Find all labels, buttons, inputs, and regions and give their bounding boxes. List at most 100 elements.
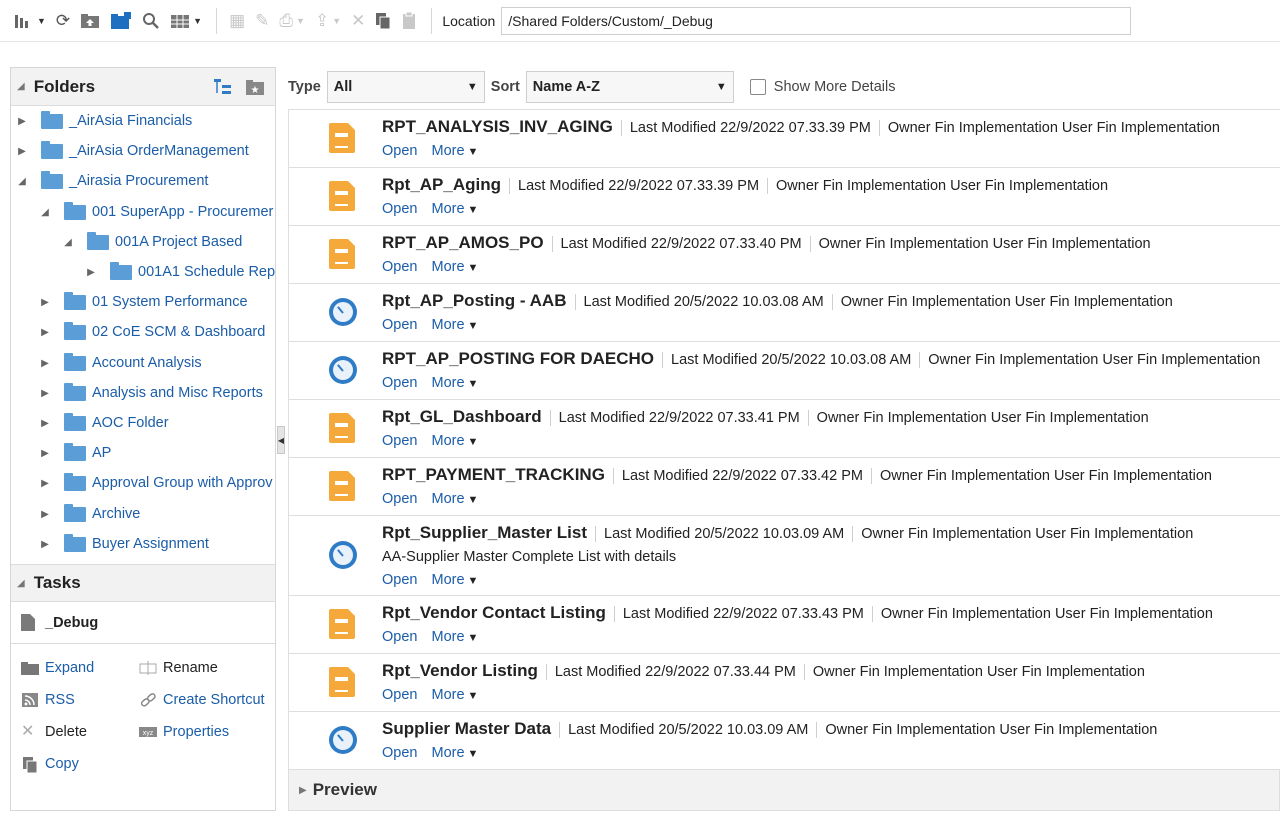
- preview-panel-header[interactable]: ▶ Preview: [288, 769, 1280, 811]
- paste-icon[interactable]: [401, 8, 417, 34]
- list-item[interactable]: RPT_ANALYSIS_INV_AGING Last Modified 22/9…: [289, 110, 1280, 168]
- tree-item[interactable]: ▶ 02 CoE SCM & Dashboard: [40, 317, 265, 347]
- tree-item[interactable]: ▶ 01 System Performance: [40, 287, 248, 317]
- list-item[interactable]: Rpt_AP_Posting - AAB Last Modified 20/5/2…: [289, 284, 1280, 342]
- open-link[interactable]: Open: [382, 687, 417, 703]
- open-link[interactable]: Open: [382, 745, 417, 761]
- edit-icon[interactable]: ✎: [255, 8, 269, 34]
- open-link[interactable]: Open: [382, 433, 417, 449]
- collapse-arrow-icon[interactable]: ◢: [17, 176, 27, 187]
- collapse-icon[interactable]: ◢: [17, 578, 25, 589]
- more-link[interactable]: More ▼: [431, 375, 478, 391]
- item-name[interactable]: Rpt_Vendor Listing: [382, 661, 538, 681]
- copy-task[interactable]: Copy: [21, 756, 79, 774]
- more-link[interactable]: More ▼: [431, 629, 478, 645]
- expand-arrow-icon[interactable]: ▶: [86, 267, 96, 278]
- item-name[interactable]: Rpt_GL_Dashboard: [382, 407, 542, 427]
- expand-arrow-icon[interactable]: ▶: [40, 539, 50, 550]
- list-item[interactable]: RPT_AP_AMOS_PO Last Modified 22/9/2022 07…: [289, 226, 1280, 284]
- tree-item[interactable]: ▶ 001A1 Schedule Rep: [86, 257, 275, 287]
- refresh-icon[interactable]: ⟳: [56, 8, 70, 34]
- new-folder-icon[interactable]: [110, 8, 132, 34]
- open-link[interactable]: Open: [382, 572, 417, 588]
- rename-task[interactable]: Rename: [139, 660, 218, 676]
- scan-icon[interactable]: ▦: [229, 8, 245, 34]
- tree-item[interactable]: ▶ _AirAsia OrderManagement: [17, 136, 249, 166]
- search-icon[interactable]: [142, 8, 160, 34]
- sort-select[interactable]: Name A-Z ▼: [525, 71, 734, 103]
- expand-arrow-icon[interactable]: ▶: [40, 327, 50, 338]
- tree-item[interactable]: ◢ _Airasia Procurement: [17, 166, 208, 196]
- tree-item[interactable]: ▶ AP: [40, 438, 111, 468]
- tree-item[interactable]: ▶ _AirAsia Financials: [17, 106, 192, 136]
- open-link[interactable]: Open: [382, 317, 417, 333]
- list-item[interactable]: RPT_AP_POSTING FOR DAECHO Last Modified 2…: [289, 342, 1280, 400]
- tree-item[interactable]: ▶ Buyer Assignment: [40, 529, 209, 559]
- open-link[interactable]: Open: [382, 375, 417, 391]
- share-icon[interactable]: ⇪ ▼: [315, 8, 341, 34]
- type-select[interactable]: All ▼: [326, 71, 485, 103]
- expand-arrow-icon[interactable]: ▶: [17, 146, 27, 157]
- tasks-header[interactable]: ◢ Tasks: [11, 564, 275, 602]
- expand-arrow-icon[interactable]: ▶: [40, 509, 50, 520]
- expand-task[interactable]: Expand: [21, 660, 94, 676]
- open-link[interactable]: Open: [382, 629, 417, 645]
- rss-task[interactable]: RSS: [21, 692, 75, 708]
- print-icon[interactable]: ⎙ ▼: [279, 8, 305, 34]
- collapse-icon[interactable]: ◢: [17, 81, 25, 92]
- more-link[interactable]: More ▼: [431, 143, 478, 159]
- item-name[interactable]: Supplier Master Data: [382, 719, 551, 739]
- expand-arrow-icon[interactable]: ▶: [299, 785, 307, 796]
- more-link[interactable]: More ▼: [431, 259, 478, 275]
- tree-item[interactable]: ◢ 001A Project Based: [63, 227, 242, 257]
- delete-icon[interactable]: ✕: [351, 8, 365, 34]
- more-link[interactable]: More ▼: [431, 491, 478, 507]
- open-link[interactable]: Open: [382, 201, 417, 217]
- view-options-icon[interactable]: ▼: [14, 8, 46, 34]
- item-name[interactable]: RPT_AP_AMOS_PO: [382, 233, 544, 253]
- list-item[interactable]: Rpt_GL_Dashboard Last Modified 22/9/2022 …: [289, 400, 1280, 458]
- tree-item[interactable]: ▶ Account Analysis: [40, 348, 202, 378]
- tree-item[interactable]: ▶ Archive: [40, 499, 140, 529]
- folders-header[interactable]: ◢ Folders ★: [11, 68, 275, 106]
- more-link[interactable]: More ▼: [431, 317, 478, 333]
- more-link[interactable]: More ▼: [431, 201, 478, 217]
- location-field[interactable]: [501, 6, 1132, 35]
- expand-arrow-icon[interactable]: ▶: [17, 116, 27, 127]
- tree-item[interactable]: ◢ 001 SuperApp - Procuremer: [40, 197, 273, 227]
- expand-arrow-icon[interactable]: ▶: [40, 388, 50, 399]
- tree-item[interactable]: ▶ Analysis and Misc Reports: [40, 378, 263, 408]
- tree-item[interactable]: ▶ Approval Group with Approv: [40, 468, 273, 498]
- list-item[interactable]: Rpt_Vendor Contact Listing Last Modified …: [289, 596, 1280, 654]
- item-name[interactable]: Rpt_AP_Posting - AAB: [382, 291, 567, 311]
- panel-splitter[interactable]: ◀: [277, 426, 285, 454]
- show-more-checkbox[interactable]: [749, 79, 766, 95]
- expand-arrow-icon[interactable]: ▶: [40, 418, 50, 429]
- item-name[interactable]: RPT_PAYMENT_TRACKING: [382, 465, 605, 485]
- list-item[interactable]: RPT_PAYMENT_TRACKING Last Modified 22/9/2…: [289, 458, 1280, 516]
- tree-expand-icon[interactable]: [213, 78, 233, 96]
- open-link[interactable]: Open: [382, 259, 417, 275]
- list-item[interactable]: Rpt_Vendor Listing Last Modified 22/9/202…: [289, 654, 1280, 712]
- more-link[interactable]: More ▼: [431, 433, 478, 449]
- item-name[interactable]: Rpt_AP_Aging: [382, 175, 501, 195]
- more-link[interactable]: More ▼: [431, 745, 478, 761]
- list-item[interactable]: Rpt_AP_Aging Last Modified 22/9/2022 07.3…: [289, 168, 1280, 226]
- collapse-arrow-icon[interactable]: ◢: [63, 237, 73, 248]
- expand-arrow-icon[interactable]: ▶: [40, 448, 50, 459]
- upload-folder-icon[interactable]: [80, 8, 100, 34]
- item-name[interactable]: RPT_ANALYSIS_INV_AGING: [382, 117, 613, 137]
- favorite-folder-icon[interactable]: ★: [245, 78, 265, 96]
- table-view-icon[interactable]: ▼: [170, 8, 202, 34]
- properties-task[interactable]: xyz Properties: [139, 724, 229, 740]
- copy-icon[interactable]: [375, 8, 391, 34]
- expand-arrow-icon[interactable]: ▶: [40, 297, 50, 308]
- delete-task[interactable]: ✕ Delete: [21, 724, 87, 741]
- more-link[interactable]: More ▼: [431, 572, 478, 588]
- tree-item[interactable]: ▶ AOC Folder: [40, 408, 169, 438]
- open-link[interactable]: Open: [382, 143, 417, 159]
- list-item[interactable]: Supplier Master Data Last Modified 20/5/2…: [289, 712, 1280, 770]
- expand-arrow-icon[interactable]: ▶: [40, 478, 50, 489]
- item-name[interactable]: RPT_AP_POSTING FOR DAECHO: [382, 349, 654, 369]
- create-shortcut-task[interactable]: Create Shortcut: [139, 692, 265, 708]
